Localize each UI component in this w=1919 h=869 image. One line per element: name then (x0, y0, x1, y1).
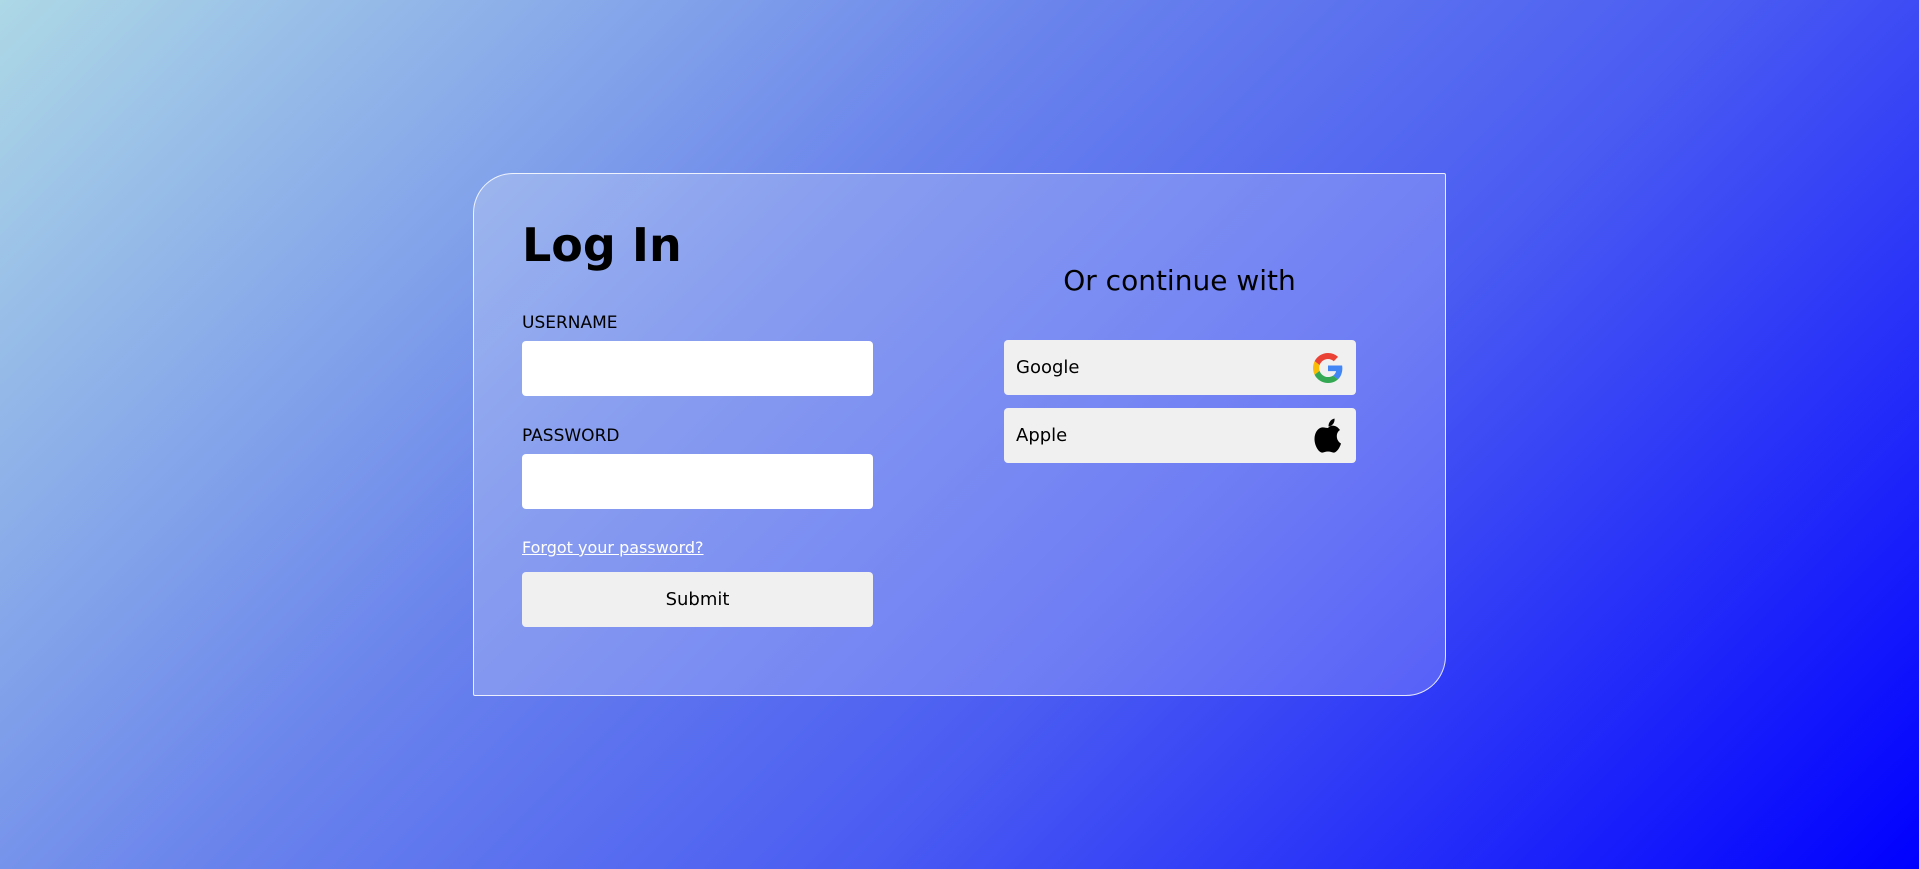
google-button-label: Google (1016, 357, 1080, 378)
login-card: Log In USERNAME PASSWORD Forgot your pas… (473, 173, 1446, 696)
apple-icon (1312, 418, 1344, 454)
apple-login-button[interactable]: Apple (1004, 408, 1356, 463)
password-input[interactable] (522, 454, 873, 509)
apple-button-label: Apple (1016, 425, 1068, 446)
submit-button[interactable]: Submit (522, 572, 873, 627)
username-input[interactable] (522, 341, 873, 396)
username-label: USERNAME (522, 313, 618, 333)
page-title: Log In (522, 218, 682, 272)
google-login-button[interactable]: Google (1004, 340, 1356, 395)
google-icon (1312, 350, 1344, 386)
social-heading: Or continue with (1063, 264, 1296, 297)
forgot-password-link[interactable]: Forgot your password? (522, 538, 704, 557)
password-label: PASSWORD (522, 426, 620, 446)
